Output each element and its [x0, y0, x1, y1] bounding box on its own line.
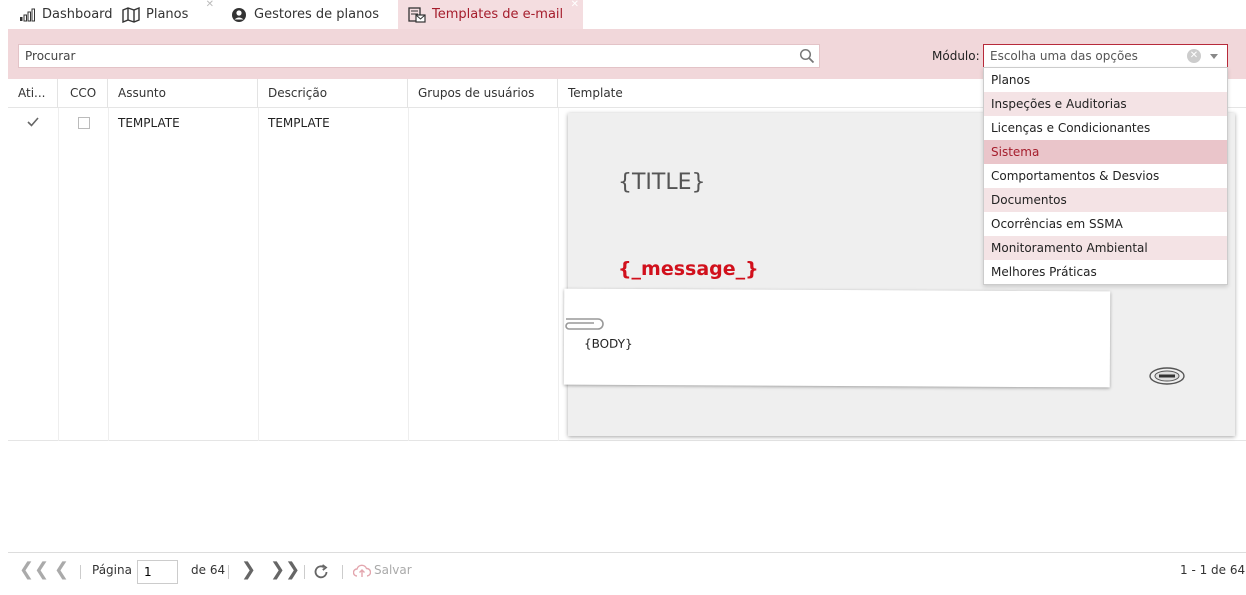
dropdown-option[interactable]: Monitoramento Ambiental: [984, 236, 1227, 260]
tab-label: Templates de e-mail: [432, 7, 564, 22]
subject-cell: TEMPLATE: [118, 116, 180, 130]
column-header-cco[interactable]: CCO: [58, 79, 108, 108]
map-icon: [122, 6, 140, 23]
search-icon[interactable]: [799, 48, 815, 67]
tab-label: Dashboard: [42, 7, 113, 22]
tab-planos[interactable]: Planos ✕: [122, 0, 218, 29]
previous-page-icon[interactable]: ❮: [54, 561, 69, 579]
record-count: 1 - 1 de 64: [1180, 563, 1246, 577]
description-cell: TEMPLATE: [268, 116, 330, 130]
divider: [304, 565, 305, 579]
clear-icon[interactable]: ✕: [1187, 49, 1201, 63]
module-dropdown: Planos Inspeções e Auditorias Licenças e…: [983, 67, 1228, 285]
dropdown-option-highlighted[interactable]: Sistema: [984, 140, 1227, 164]
page-number-input[interactable]: [137, 560, 178, 584]
stamp-icon: [1148, 365, 1186, 390]
search-box: [18, 44, 820, 68]
email-template-icon: [408, 6, 426, 23]
tab-gestores-de-planos[interactable]: Gestores de planos: [230, 0, 390, 29]
module-label: Módulo:: [932, 49, 980, 63]
column-divider: [408, 108, 409, 441]
column-header-descricao[interactable]: Descrição: [258, 79, 408, 108]
template-body: {BODY}: [583, 336, 633, 351]
search-input[interactable]: [19, 45, 789, 67]
last-page-icon[interactable]: ❯❯: [270, 561, 300, 579]
save-button[interactable]: Salvar: [374, 563, 412, 577]
tab-templates-de-email[interactable]: Templates de e-mail ✕: [398, 0, 583, 29]
dropdown-option[interactable]: Ocorrências em SSMA: [984, 212, 1227, 236]
column-divider: [558, 108, 559, 441]
column-divider: [258, 108, 259, 441]
user-circle-icon: [230, 7, 248, 23]
column-header-active[interactable]: Ati...: [8, 79, 58, 108]
column-header-assunto[interactable]: Assunto: [108, 79, 258, 108]
paperclip-icon: [560, 316, 606, 335]
dropdown-option[interactable]: Melhores Práticas: [984, 260, 1227, 284]
cloud-upload-icon[interactable]: [352, 564, 372, 581]
tab-dashboard[interactable]: Dashboard: [18, 0, 114, 29]
pagination-bar: ❮❮ ❮ Página de 64 ❯ ❯❯ Salvar 1 - 1 de 6…: [8, 552, 1246, 590]
column-divider: [58, 108, 59, 441]
divider: [228, 565, 229, 579]
chevron-down-icon[interactable]: [1210, 54, 1218, 59]
close-icon[interactable]: ✕: [206, 0, 214, 10]
page-total: de 64: [191, 563, 226, 577]
refresh-icon[interactable]: [312, 563, 330, 584]
divider: [80, 565, 81, 579]
page-label: Página: [92, 563, 132, 577]
divider: [342, 565, 343, 579]
dropdown-option[interactable]: Comportamentos & Desvios: [984, 164, 1227, 188]
dropdown-option[interactable]: Documentos: [984, 188, 1227, 212]
column-header-grupos[interactable]: Grupos de usuários: [408, 79, 558, 108]
template-message: {_message_}: [618, 258, 759, 280]
tab-bar: Dashboard Planos ✕ Gestores de planos Te…: [0, 0, 1246, 29]
module-select[interactable]: Escolha uma das opções ✕: [983, 44, 1228, 68]
next-page-icon[interactable]: ❯: [241, 561, 256, 579]
dropdown-option[interactable]: Planos: [984, 68, 1227, 92]
tab-label: Planos: [146, 7, 189, 22]
cco-checkbox[interactable]: [78, 117, 90, 129]
tab-label: Gestores de planos: [254, 7, 380, 22]
first-page-icon[interactable]: ❮❮: [19, 561, 49, 579]
module-select-value: Escolha uma das opções: [990, 49, 1138, 63]
dropdown-option[interactable]: Inspeções e Auditorias: [984, 92, 1227, 116]
column-divider: [108, 108, 109, 441]
dropdown-option[interactable]: Licenças e Condicionantes: [984, 116, 1227, 140]
template-body-card: {BODY}: [563, 288, 1111, 388]
active-checkbox[interactable]: [26, 115, 40, 132]
close-icon[interactable]: ✕: [571, 0, 579, 10]
template-title: {TITLE}: [618, 170, 706, 195]
bar-chart-icon: [18, 7, 36, 23]
